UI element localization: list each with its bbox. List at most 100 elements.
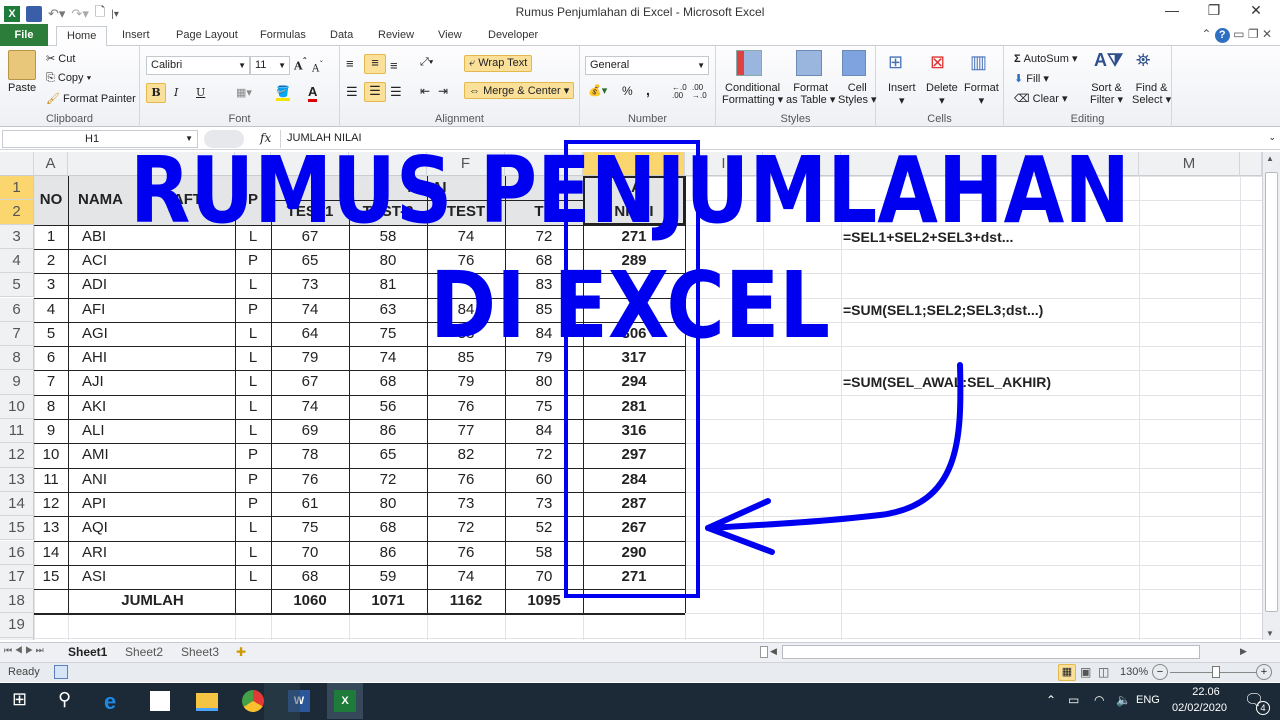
doc-close-icon[interactable]: ✕ <box>1262 27 1272 41</box>
cell-nama[interactable]: ALI <box>68 419 235 443</box>
row-header[interactable]: 16 <box>0 540 34 565</box>
cell-total[interactable]: 294 <box>583 370 685 394</box>
column-header[interactable] <box>235 152 271 176</box>
cell-total[interactable]: 271 <box>583 225 685 249</box>
cell-test4[interactable]: 58 <box>505 541 583 565</box>
cell-styles-button[interactable]: Cell Styles ▾ <box>838 82 877 106</box>
expand-formula-bar-icon[interactable]: ⌄ <box>1268 132 1276 143</box>
cell-lp[interactable]: P <box>235 492 271 516</box>
fill-button[interactable]: ⬇ Fill ▾ <box>1014 72 1049 85</box>
tab-data[interactable]: Data <box>320 26 363 46</box>
cell-test3[interactable]: 83 <box>427 322 505 346</box>
header-daftar[interactable]: AFT <box>140 176 235 225</box>
clock-date[interactable]: 02/02/2020 <box>1172 702 1227 714</box>
column-header[interactable] <box>1240 152 1262 176</box>
cell-total[interactable]: 287 <box>583 492 685 516</box>
cell-lp[interactable]: L <box>235 225 271 249</box>
cell-nama[interactable]: AMI <box>68 443 235 467</box>
column-header[interactable] <box>505 152 583 176</box>
cell-test1[interactable]: 70 <box>271 541 349 565</box>
minimize-ribbon-icon[interactable]: ⌃ <box>1201 27 1211 41</box>
name-box[interactable]: H1 ▼ <box>2 130 198 148</box>
cell-lp[interactable]: P <box>235 468 271 492</box>
cell-test4[interactable]: 73 <box>505 492 583 516</box>
cell-nama[interactable]: AFI <box>68 298 235 322</box>
sort-filter-button[interactable]: Sort & Filter ▾ <box>1090 82 1123 106</box>
cell-test4[interactable]: 72 <box>505 225 583 249</box>
merge-center-button[interactable]: ⇔ Merge & Center ▾ <box>464 82 575 99</box>
cell-total[interactable] <box>583 273 685 297</box>
cell-total[interactable]: 289 <box>583 249 685 273</box>
cell-test2[interactable]: 86 <box>349 541 427 565</box>
show-hidden-icons[interactable]: ⌃ <box>1046 693 1056 707</box>
help-icon[interactable]: ? <box>1214 28 1230 43</box>
doc-restore-icon[interactable]: ❐ <box>1248 27 1259 41</box>
cell-test2[interactable]: 81 <box>349 273 427 297</box>
header-test1[interactable]: TEST1 <box>271 200 349 224</box>
chrome-icon[interactable] <box>242 690 264 712</box>
spreadsheet-grid[interactable]: AFIM 1234567891011121314151617181920 NON… <box>0 152 1262 640</box>
tab-formulas[interactable]: Formulas <box>250 26 316 46</box>
format-button[interactable]: Format ▾ <box>964 82 999 107</box>
cell-test4[interactable]: 68 <box>505 249 583 273</box>
language-indicator[interactable]: ENG <box>1136 694 1160 706</box>
cell-no[interactable]: 14 <box>34 541 68 565</box>
cell-test2[interactable]: 58 <box>349 225 427 249</box>
insert-button[interactable]: Insert ▾ <box>888 82 916 107</box>
row-header[interactable]: 12 <box>0 443 34 468</box>
row-header[interactable]: 10 <box>0 394 34 419</box>
cell-test3[interactable]: 79 <box>427 370 505 394</box>
header-test3[interactable]: TEST <box>427 200 505 224</box>
cell-total[interactable]: 306 <box>583 322 685 346</box>
cell-total[interactable] <box>583 298 685 322</box>
align-center-icon[interactable]: ☰ <box>364 82 386 102</box>
restore-button[interactable]: ❐ <box>1194 2 1234 22</box>
clock-time[interactable]: 22.06 <box>1182 686 1230 698</box>
sheet-tab-2[interactable]: Sheet2 <box>125 645 163 659</box>
scroll-up-icon[interactable]: ▲ <box>1266 154 1274 163</box>
row-header[interactable]: 1 <box>0 176 34 201</box>
row-header[interactable]: 4 <box>0 248 34 274</box>
zoom-out-button[interactable]: − <box>1152 664 1168 680</box>
cell-nama[interactable]: ARI <box>68 541 235 565</box>
orientation-icon[interactable]: ⤢▾ <box>420 56 433 69</box>
cell-test3[interactable]: 85 <box>427 346 505 370</box>
cell-test2[interactable]: 80 <box>349 492 427 516</box>
cell-total[interactable]: 290 <box>583 541 685 565</box>
font-size-dropdown[interactable]: 11 ▼ <box>250 56 290 75</box>
cell-lp[interactable]: P <box>235 443 271 467</box>
formula-input[interactable]: JUMLAH NILAI <box>280 130 1270 148</box>
cell-test1[interactable]: 73 <box>271 273 349 297</box>
cell-test3[interactable]: 73 <box>427 492 505 516</box>
search-icon[interactable]: ⚲ <box>58 689 84 715</box>
row-header[interactable]: 13 <box>0 467 34 492</box>
header-test2[interactable]: TEST-2 <box>349 200 427 224</box>
cell-total[interactable]: 281 <box>583 395 685 419</box>
cell-total[interactable]: 284 <box>583 468 685 492</box>
row-header[interactable]: 9 <box>0 370 34 395</box>
tab-review[interactable]: Review <box>368 26 424 46</box>
cell-test2[interactable]: 75 <box>349 322 427 346</box>
column-header[interactable]: M <box>1139 152 1240 176</box>
tab-page-layout[interactable]: Page Layout <box>166 26 248 46</box>
cell-total[interactable]: 317 <box>583 346 685 370</box>
bold-button[interactable]: B <box>146 83 166 103</box>
cell-test1[interactable]: 61 <box>271 492 349 516</box>
row-header[interactable]: 14 <box>0 491 34 517</box>
row-header[interactable]: 19 <box>0 613 34 638</box>
autosum-button[interactable]: Σ AutoSum ▾ <box>1014 52 1078 65</box>
store-icon[interactable] <box>150 691 170 711</box>
cell-test1[interactable]: 76 <box>271 468 349 492</box>
copy-button[interactable]: ⎘ Copy ▾ <box>46 72 91 85</box>
insert-sheet-icon[interactable]: ✚ <box>236 645 246 659</box>
cell-no[interactable]: 7 <box>34 370 68 394</box>
cell-nama[interactable]: AHI <box>68 346 235 370</box>
total-test1[interactable]: 1060 <box>271 589 349 613</box>
cut-button[interactable]: ✂ Cut <box>46 52 75 65</box>
row-header[interactable]: 18 <box>0 589 34 614</box>
number-format-dropdown[interactable]: General ▼ <box>585 56 709 75</box>
cell-total[interactable]: 316 <box>583 419 685 443</box>
header-no[interactable]: NO <box>34 176 68 225</box>
formula-example[interactable]: =SUM(SEL_AWAL:SEL_AKHIR) <box>841 370 1139 394</box>
delete-button[interactable]: Delete ▾ <box>926 82 958 107</box>
